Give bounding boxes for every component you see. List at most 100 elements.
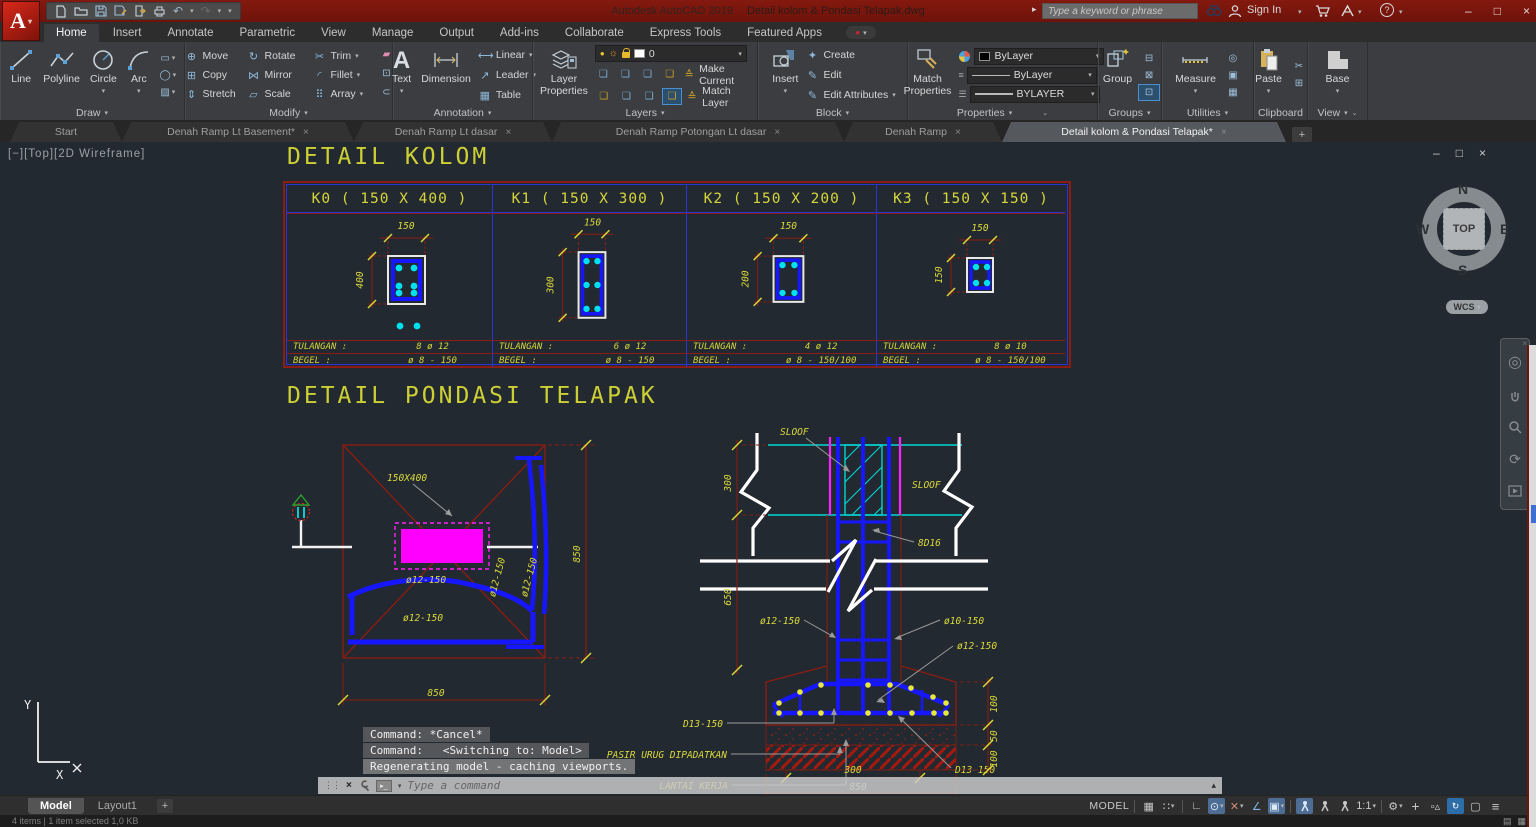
graphics-performance-icon[interactable]: ↻ <box>1447 798 1464 814</box>
insert-button[interactable]: Insert ▾ <box>769 45 801 105</box>
block-panel-label[interactable]: Block ▾ <box>758 105 907 120</box>
layer-walk-icon[interactable]: ❏ <box>662 88 682 105</box>
file-tab-denah-ramp[interactable]: Denah Ramp × <box>844 122 1002 142</box>
group-edit-icon[interactable]: ⊠ <box>1139 68 1159 83</box>
snap-toggle-icon[interactable]: ∷ ▾ <box>1160 798 1177 814</box>
dimension-button[interactable]: Dimension <box>418 45 474 105</box>
layer-off-icon[interactable]: ❏ <box>595 67 612 82</box>
command-wrench-icon[interactable] <box>358 779 370 792</box>
isodraft-icon[interactable]: ✕ ▾ <box>1228 798 1245 814</box>
tab-view[interactable]: View <box>309 24 358 42</box>
layer-color-swatch[interactable] <box>633 49 645 58</box>
lineweight-dropdown[interactable]: BYLAYER ▾ <box>969 85 1100 103</box>
command-dropdown-icon[interactable]: ▾ <box>398 782 402 790</box>
layer-on2-icon[interactable]: ❏ <box>595 89 613 104</box>
groups-panel-label[interactable]: Groups ▾ <box>1098 105 1161 120</box>
group-select-icon[interactable]: ⊡ <box>1138 83 1161 101</box>
new-layout-button[interactable]: + <box>156 799 173 813</box>
paste-button[interactable]: Paste ▾ <box>1252 45 1285 105</box>
match-properties-button[interactable]: Match Properties <box>901 45 955 105</box>
table-button[interactable]: ▦ Table <box>478 86 536 105</box>
tab-add-ins[interactable]: Add-ins <box>488 24 551 42</box>
array-button[interactable]: ⠿ Array ▾ <box>313 85 375 104</box>
match-layer-button[interactable]: ≙ Match Layer <box>686 85 753 109</box>
app-store-cart-icon[interactable] <box>1315 4 1330 18</box>
ungroup-icon[interactable]: ⊟ <box>1139 51 1159 66</box>
layer-thaw-icon[interactable]: ❏ <box>618 89 636 104</box>
tab-home[interactable]: Home <box>44 24 99 42</box>
command-close-icon[interactable]: × <box>346 780 352 791</box>
explorer-list-view-icon[interactable]: ▤ <box>1503 816 1512 827</box>
share-dropdown-icon[interactable]: ▾ <box>1358 8 1362 16</box>
layer-freeze2-icon[interactable]: ❏ <box>639 67 656 82</box>
window-minimize-button[interactable]: – <box>1465 4 1472 18</box>
properties-expand-icon[interactable]: ⌄ <box>1042 109 1048 117</box>
draw-panel-label[interactable]: Draw ▾ <box>0 105 184 120</box>
scrollbar-thumb[interactable] <box>1531 505 1536 523</box>
customization-menu-icon[interactable]: ≡ <box>1487 798 1504 814</box>
drawing-canvas[interactable]: [−][Top][2D Wireframe] – □ × DETAIL KOLO… <box>0 142 1536 795</box>
stretch-button[interactable]: ⇕ Stretch <box>185 85 245 104</box>
layer-properties-button[interactable]: Layer Properties <box>537 45 591 106</box>
layer-dropdown-icon[interactable]: ▾ <box>738 50 742 58</box>
model-tab[interactable]: Model <box>28 798 84 814</box>
sign-in-button[interactable]: Sign In <box>1247 4 1281 16</box>
command-grip-handle[interactable]: ⋮⋮ <box>324 780 341 791</box>
rectangle-tool-icon[interactable]: ▭ ▾ <box>158 51 178 66</box>
arc-button[interactable]: Arc ▾ <box>124 45 154 105</box>
search-binoculars-icon[interactable] <box>1206 4 1222 18</box>
leader-button[interactable]: ↗ Leader ▾ <box>478 66 536 85</box>
layers-panel-label[interactable]: Layers ▾ <box>533 106 757 120</box>
circle-dropdown-icon[interactable]: ▾ <box>102 86 106 97</box>
file-tab-start[interactable]: Start <box>10 122 122 142</box>
quick-select-icon[interactable]: ▣ <box>1223 68 1243 83</box>
tab-featured-apps[interactable]: Featured Apps <box>735 24 834 42</box>
layout1-tab[interactable]: Layout1 <box>86 798 149 814</box>
layer-on-icon[interactable]: ● <box>600 49 605 58</box>
layer-unlock-icon[interactable]: ❏ <box>640 89 658 104</box>
line-button[interactable]: Line <box>6 45 36 105</box>
tab-insert[interactable]: Insert <box>101 24 154 42</box>
app-menu-button[interactable]: A ▾ <box>2 1 40 41</box>
isolate-objects-icon[interactable]: ▫▵ <box>1427 798 1444 814</box>
window-close-button[interactable]: × <box>1523 4 1530 18</box>
workspace-gear-icon[interactable]: ⚙ ▾ <box>1387 798 1404 814</box>
undo-button[interactable]: ↶ <box>173 4 183 18</box>
crosshair-plus-icon[interactable]: + <box>1407 798 1424 814</box>
tab-annotate[interactable]: Annotate <box>155 24 225 42</box>
arc-dropdown-icon[interactable]: ▾ <box>137 86 141 97</box>
layer-lock-icon[interactable] <box>621 48 630 58</box>
view-panel-label[interactable]: View ▾ ⌄ <box>1308 105 1367 120</box>
create-block-button[interactable]: ✦ Create <box>805 46 895 65</box>
polar-tracking-icon[interactable]: ⊙ ▾ <box>1208 798 1226 814</box>
new-file-icon[interactable] <box>55 4 67 18</box>
text-button[interactable]: A Text ▾ <box>389 45 414 105</box>
modify-panel-label[interactable]: Modify ▾ <box>185 105 392 120</box>
color-dropdown[interactable]: ByLayer ▾ <box>974 47 1105 65</box>
cut-icon[interactable]: ✂ <box>1289 59 1309 74</box>
clipboard-panel-label[interactable]: Clipboard <box>1254 105 1307 120</box>
close-tab-icon[interactable]: × <box>774 127 780 138</box>
close-tab-icon[interactable]: × <box>505 127 511 138</box>
layer-freeze-icon[interactable]: ☼ <box>609 48 618 59</box>
redo-dropdown-icon[interactable]: ▾ <box>218 7 222 15</box>
clean-screen-icon[interactable]: ▢ <box>1467 798 1484 814</box>
properties-panel-label[interactable]: Properties ▾ ⌄ <box>908 105 1097 120</box>
base-button[interactable]: Base ▾ <box>1323 45 1353 105</box>
annotation-scale-icon[interactable] <box>1336 798 1353 814</box>
polyline-button[interactable]: Polyline <box>40 45 83 105</box>
layer-isolate-icon[interactable]: ❏ <box>617 67 634 82</box>
group-button[interactable]: Group <box>1100 45 1135 105</box>
utilities-panel-label[interactable]: Utilities ▾ <box>1162 105 1253 120</box>
save-as-icon[interactable] <box>114 5 127 17</box>
close-tab-icon[interactable]: × <box>1221 127 1227 138</box>
edit-block-button[interactable]: ✎ Edit <box>805 66 895 85</box>
command-prompt-icon[interactable]: ▸_ <box>375 779 392 792</box>
autodesk-share-icon[interactable] <box>1340 4 1355 18</box>
sign-in-dropdown-icon[interactable]: ▾ <box>1298 8 1302 16</box>
measure-button[interactable]: Measure ▾ <box>1172 45 1219 105</box>
tab-output[interactable]: Output <box>427 24 486 42</box>
help-dropdown-icon[interactable]: ▾ <box>1399 8 1403 16</box>
ortho-toggle-icon[interactable]: ∟ <box>1188 798 1205 814</box>
search-input[interactable] <box>1042 3 1198 19</box>
